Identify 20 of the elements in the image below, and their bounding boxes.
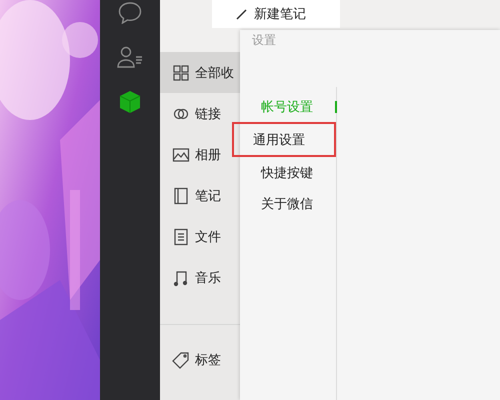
image-icon xyxy=(172,146,190,164)
contacts-icon[interactable] xyxy=(117,46,143,68)
new-note-button[interactable]: 新建笔记 xyxy=(212,0,340,28)
settings-menu-item[interactable]: 快捷按键 xyxy=(240,157,336,188)
window-title: 设置 xyxy=(252,32,276,49)
grid-icon xyxy=(172,64,190,82)
nav-item[interactable]: 音乐 xyxy=(160,257,240,298)
settings-menu-item[interactable]: 通用设置 xyxy=(232,122,336,157)
document-icon xyxy=(172,228,190,246)
pencil-icon xyxy=(236,8,248,20)
nav-item[interactable]: 全部收 xyxy=(160,52,240,93)
settings-menu-item[interactable]: 关于微信 xyxy=(240,188,336,219)
chat-icon[interactable] xyxy=(118,2,142,24)
notebook-icon xyxy=(172,186,190,204)
nav-item[interactable]: 标签 xyxy=(160,339,240,380)
music-note-icon xyxy=(172,268,190,286)
tag-icon xyxy=(172,350,190,368)
nav-item[interactable]: 笔记 xyxy=(160,175,240,216)
nav-item[interactable]: 文件 xyxy=(160,216,240,257)
cube-icon[interactable] xyxy=(118,90,142,114)
